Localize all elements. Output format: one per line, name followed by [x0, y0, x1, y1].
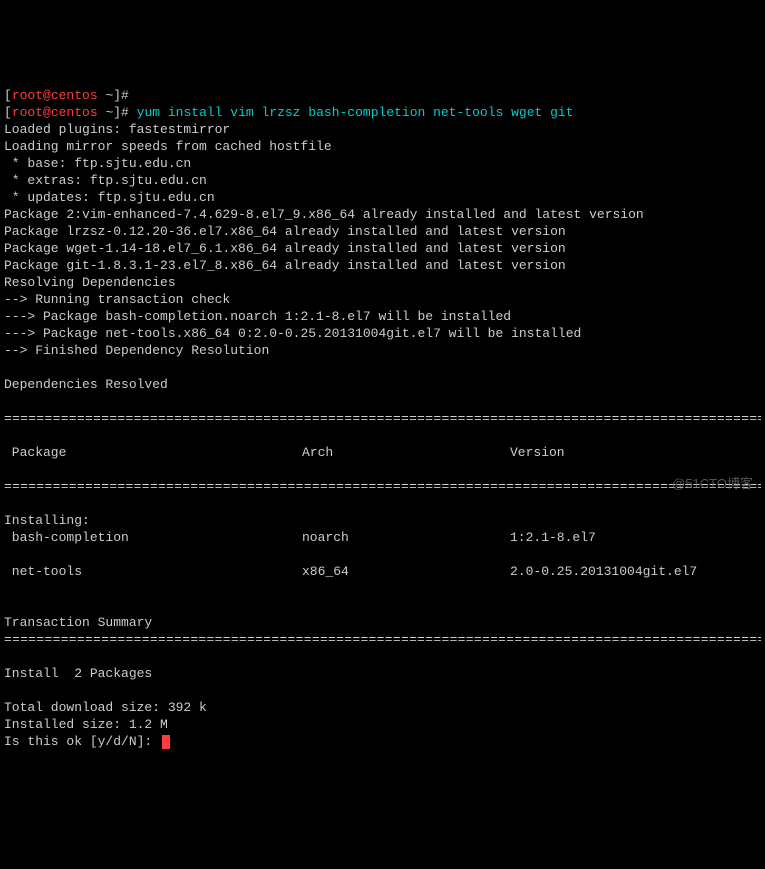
output-line: * updates: ftp.sjtu.edu.cn: [4, 190, 215, 205]
output-line: Installed size: 1.2 M: [4, 717, 168, 732]
prompt-lbracket: [: [4, 88, 12, 103]
cell-package: net-tools: [4, 563, 302, 580]
output-line: Resolving Dependencies: [4, 275, 176, 290]
prompt-user-host: root@centos: [12, 88, 98, 103]
watermark: @51CTO博客: [672, 475, 753, 492]
col-arch: Arch: [302, 444, 510, 461]
output-line: --> Finished Dependency Resolution: [4, 343, 269, 358]
output-line: ---> Package bash-completion.noarch 1:2.…: [4, 309, 511, 324]
prompt-rbracket: ]#: [113, 105, 136, 120]
prompt-line[interactable]: [root@centos ~]# yum install vim lrzsz b…: [4, 105, 574, 120]
output-line: * base: ftp.sjtu.edu.cn: [4, 156, 191, 171]
output-line: * extras: ftp.sjtu.edu.cn: [4, 173, 207, 188]
section-heading: Dependencies Resolved: [4, 377, 168, 392]
prompt-rbracket: ]#: [113, 88, 136, 103]
output-line: Loading mirror speeds from cached hostfi…: [4, 139, 332, 154]
output-line: ---> Package net-tools.x86_64 0:2.0-0.25…: [4, 326, 581, 341]
section-heading: Transaction Summary: [4, 615, 152, 630]
prompt-line[interactable]: [root@centos ~]#: [4, 88, 137, 103]
col-version: Version: [510, 444, 565, 461]
prompt-user-host: root@centos: [12, 105, 98, 120]
output-line: Package wget-1.14-18.el7_6.1.x86_64 alre…: [4, 241, 566, 256]
table-header: PackageArchVersion: [4, 444, 761, 461]
output-line: --> Running transaction check: [4, 292, 230, 307]
prompt-path: ~: [98, 88, 114, 103]
table-row: bash-completionnoarch1:2.1-8.el7: [4, 529, 761, 546]
cell-arch: x86_64: [302, 563, 510, 580]
table-row: net-toolsx86_642.0-0.25.20131004git.el7: [4, 563, 761, 580]
cell-version: 2.0-0.25.20131004git.el7: [510, 563, 697, 580]
output-line: Package 2:vim-enhanced-7.4.629-8.el7_9.x…: [4, 207, 644, 222]
col-package: Package: [4, 444, 302, 461]
cell-arch: noarch: [302, 529, 510, 546]
output-line: Install 2 Packages: [4, 666, 152, 681]
prompt-lbracket: [: [4, 105, 12, 120]
command-input[interactable]: yum install vim lrzsz bash-completion ne…: [137, 105, 574, 120]
cell-version: 1:2.1-8.el7: [510, 529, 596, 546]
cell-package: bash-completion: [4, 529, 302, 546]
section-installing: Installing:: [4, 513, 90, 528]
output-line: Package lrzsz-0.12.20-36.el7.x86_64 alre…: [4, 224, 566, 239]
prompt-path: ~: [98, 105, 114, 120]
separator-double: ========================================…: [4, 478, 761, 495]
output-line: Total download size: 392 k: [4, 700, 207, 715]
confirm-prompt[interactable]: Is this ok [y/d/N]:: [4, 734, 170, 749]
separator-double: ========================================…: [4, 631, 761, 648]
confirm-text: Is this ok [y/d/N]:: [4, 734, 160, 749]
output-line: Package git-1.8.3.1-23.el7_8.x86_64 alre…: [4, 258, 566, 273]
separator-double: ========================================…: [4, 410, 761, 427]
cursor-icon: [162, 735, 170, 749]
terminal-output: [root@centos ~]# [root@centos ~]# yum in…: [4, 70, 761, 750]
output-line: Loaded plugins: fastestmirror: [4, 122, 230, 137]
